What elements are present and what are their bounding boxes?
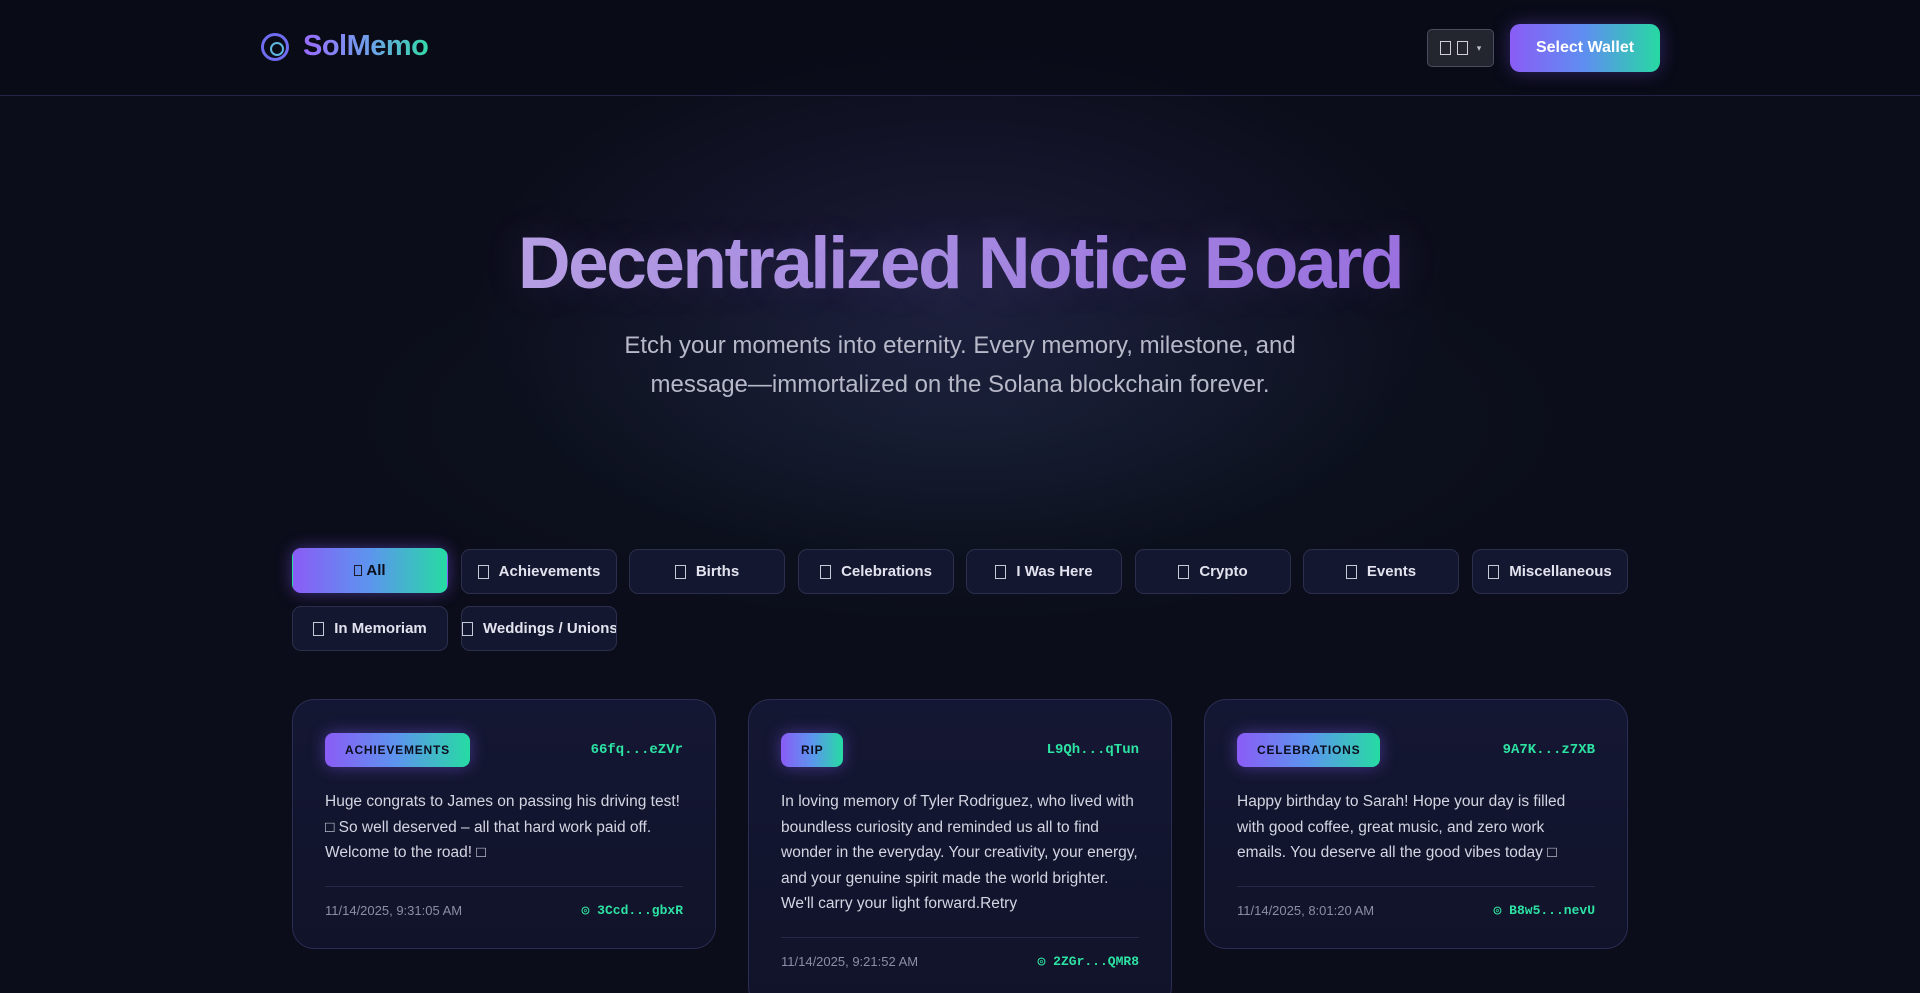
filter-crypto[interactable]: Crypto bbox=[1135, 549, 1291, 594]
candle-icon bbox=[313, 621, 325, 636]
notice-timestamp: 11/14/2025, 9:21:52 AM bbox=[781, 954, 919, 969]
brand-logo[interactable]: SolMemo bbox=[261, 30, 429, 63]
notice-card[interactable]: ACHIEVEMENTS 66fq...eZVr Huge congrats t… bbox=[292, 699, 716, 949]
rings-icon bbox=[462, 621, 473, 636]
filter-label: Celebrations bbox=[841, 563, 932, 580]
filter-in-memoriam[interactable]: In Memoriam bbox=[292, 606, 448, 651]
filter-label: Crypto bbox=[1199, 563, 1248, 580]
filter-births[interactable]: Births bbox=[629, 549, 785, 594]
notice-timestamp: 11/14/2025, 9:31:05 AM bbox=[325, 903, 463, 918]
notice-message: Happy birthday to Sarah! Hope your day i… bbox=[1237, 793, 1566, 861]
notice-timestamp: 11/14/2025, 8:01:20 AM bbox=[1237, 903, 1375, 918]
notice-message: Huge congrats to James on passing his dr… bbox=[325, 793, 680, 861]
hero-subtitle-line: message—immortalized on the Solana block… bbox=[650, 371, 1270, 398]
hero-title: Decentralized Notice Board bbox=[0, 222, 1920, 305]
flag-icon bbox=[1439, 41, 1451, 55]
author-address-link[interactable]: ◎ 3Ccd...gbxR bbox=[582, 903, 683, 918]
filter-label: In Memoriam bbox=[334, 620, 427, 637]
filter-label: Achievements bbox=[498, 563, 601, 580]
category-badge: ACHIEVEMENTS bbox=[325, 733, 470, 767]
calendar-icon bbox=[1345, 564, 1357, 579]
filter-achievements[interactable]: Achievements bbox=[461, 549, 617, 594]
filter-label: Weddings / Unions bbox=[483, 620, 617, 637]
category-icon bbox=[354, 565, 363, 576]
transaction-signature-link[interactable]: 66fq...eZVr bbox=[591, 742, 683, 758]
top-nav: SolMemo ▾ Select Wallet bbox=[0, 0, 1920, 96]
misc-icon bbox=[1488, 564, 1500, 579]
author-address-link[interactable]: ◎ B8w5...nevU bbox=[1494, 903, 1595, 918]
filter-label: I Was Here bbox=[1016, 563, 1093, 580]
filter-celebrations[interactable]: Celebrations bbox=[798, 549, 954, 594]
ring-logo-icon bbox=[261, 32, 289, 61]
hero-subtitle: Etch your moments into eternity. Every m… bbox=[560, 326, 1360, 404]
author-address-link[interactable]: ◎ 2ZGr...QMR8 bbox=[1038, 954, 1139, 969]
category-badge: CELEBRATIONS bbox=[1237, 733, 1381, 767]
flag-icon bbox=[1456, 41, 1468, 55]
select-wallet-button[interactable]: Select Wallet bbox=[1510, 24, 1660, 72]
hero-subtitle-line: Etch your moments into eternity. Every m… bbox=[624, 332, 1296, 359]
pin-icon bbox=[995, 564, 1007, 579]
brand-name: SolMemo bbox=[303, 30, 429, 62]
transaction-signature-link[interactable]: 9A7K...z7XB bbox=[1503, 742, 1595, 758]
filter-label: All bbox=[366, 562, 386, 579]
filter-weddings-unions[interactable]: Weddings / Unions bbox=[461, 606, 617, 651]
filter-label: Miscellaneous bbox=[1509, 563, 1612, 580]
notice-card[interactable]: CELEBRATIONS 9A7K...z7XB Happy birthday … bbox=[1204, 699, 1628, 949]
filter-i-was-here[interactable]: I Was Here bbox=[966, 549, 1122, 594]
trophy-icon bbox=[477, 564, 489, 579]
baby-icon bbox=[674, 564, 686, 579]
coin-icon bbox=[1178, 564, 1190, 579]
transaction-signature-link[interactable]: L9Qh...qTun bbox=[1047, 742, 1139, 758]
party-icon bbox=[820, 564, 832, 579]
filter-miscellaneous[interactable]: Miscellaneous bbox=[1472, 549, 1628, 594]
chevron-down-icon: ▾ bbox=[1476, 42, 1482, 53]
notice-message: In loving memory of Tyler Rodriguez, who… bbox=[781, 793, 1138, 912]
language-selector[interactable]: ▾ bbox=[1427, 29, 1494, 67]
filter-all[interactable]: All bbox=[292, 548, 448, 593]
category-badge: RIP bbox=[781, 733, 844, 767]
filter-events[interactable]: Events bbox=[1303, 549, 1459, 594]
notice-card[interactable]: RIP L9Qh...qTun In loving memory of Tyle… bbox=[748, 699, 1172, 993]
filter-label: Events bbox=[1366, 563, 1417, 580]
filter-label: Births bbox=[695, 563, 740, 580]
